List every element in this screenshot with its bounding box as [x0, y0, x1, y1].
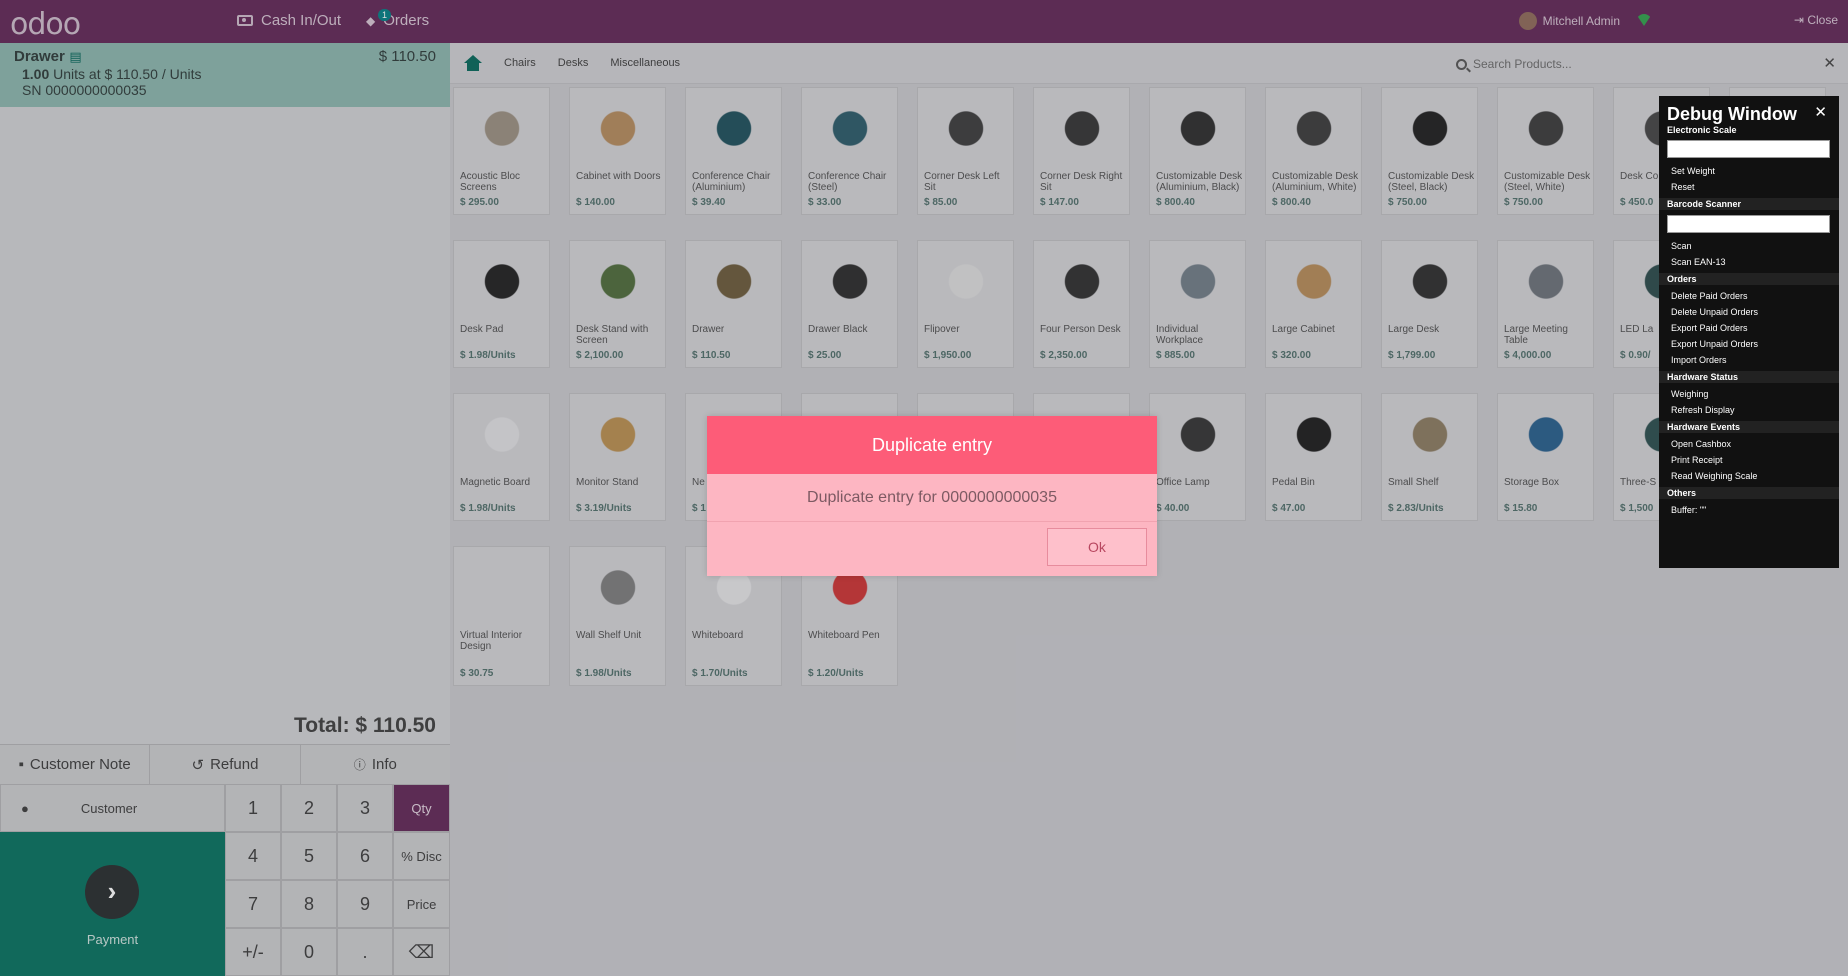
debug-window: Debug Window ✕ Electronic Scale Set Weig… [1659, 96, 1839, 568]
scan-button[interactable]: Scan [1671, 238, 1831, 254]
barcode-scanner-heading: Barcode Scanner [1659, 198, 1839, 210]
export-paid-orders-button[interactable]: Export Paid Orders [1671, 320, 1831, 336]
print-receipt-button[interactable]: Print Receipt [1671, 452, 1831, 468]
weight-input[interactable] [1667, 140, 1830, 158]
set-weight-button[interactable]: Set Weight [1671, 163, 1831, 179]
dialog-message: Duplicate entry for 0000000000035 [707, 474, 1157, 522]
delete-unpaid-orders-button[interactable]: Delete Unpaid Orders [1671, 304, 1831, 320]
reset-button[interactable]: Reset [1671, 179, 1831, 195]
buffer-value: Buffer: "" [1671, 505, 1707, 515]
weighing-status[interactable]: Weighing [1671, 386, 1831, 402]
hardware-events-heading: Hardware Events [1659, 421, 1839, 433]
others-heading: Others [1659, 487, 1839, 499]
orders-heading: Orders [1659, 273, 1839, 285]
export-unpaid-orders-button[interactable]: Export Unpaid Orders [1671, 336, 1831, 352]
delete-paid-orders-button[interactable]: Delete Paid Orders [1671, 288, 1831, 304]
read-weighing-scale-button[interactable]: Read Weighing Scale [1671, 468, 1831, 484]
open-cashbox-button[interactable]: Open Cashbox [1671, 436, 1831, 452]
hardware-status-heading: Hardware Status [1659, 371, 1839, 383]
debug-title: Debug Window [1667, 104, 1797, 124]
scan-ean13-button[interactable]: Scan EAN-13 [1671, 254, 1831, 270]
dialog-title: Duplicate entry [707, 416, 1157, 474]
ok-button[interactable]: Ok [1047, 528, 1147, 566]
import-orders-button[interactable]: Import Orders [1671, 352, 1831, 368]
barcode-input[interactable] [1667, 215, 1830, 233]
error-dialog: Duplicate entry Duplicate entry for 0000… [707, 416, 1157, 576]
close-icon[interactable]: ✕ [1814, 103, 1827, 121]
electronic-scale-heading: Electronic Scale [1667, 125, 1737, 135]
refresh-display-button[interactable]: Refresh Display [1671, 402, 1831, 418]
